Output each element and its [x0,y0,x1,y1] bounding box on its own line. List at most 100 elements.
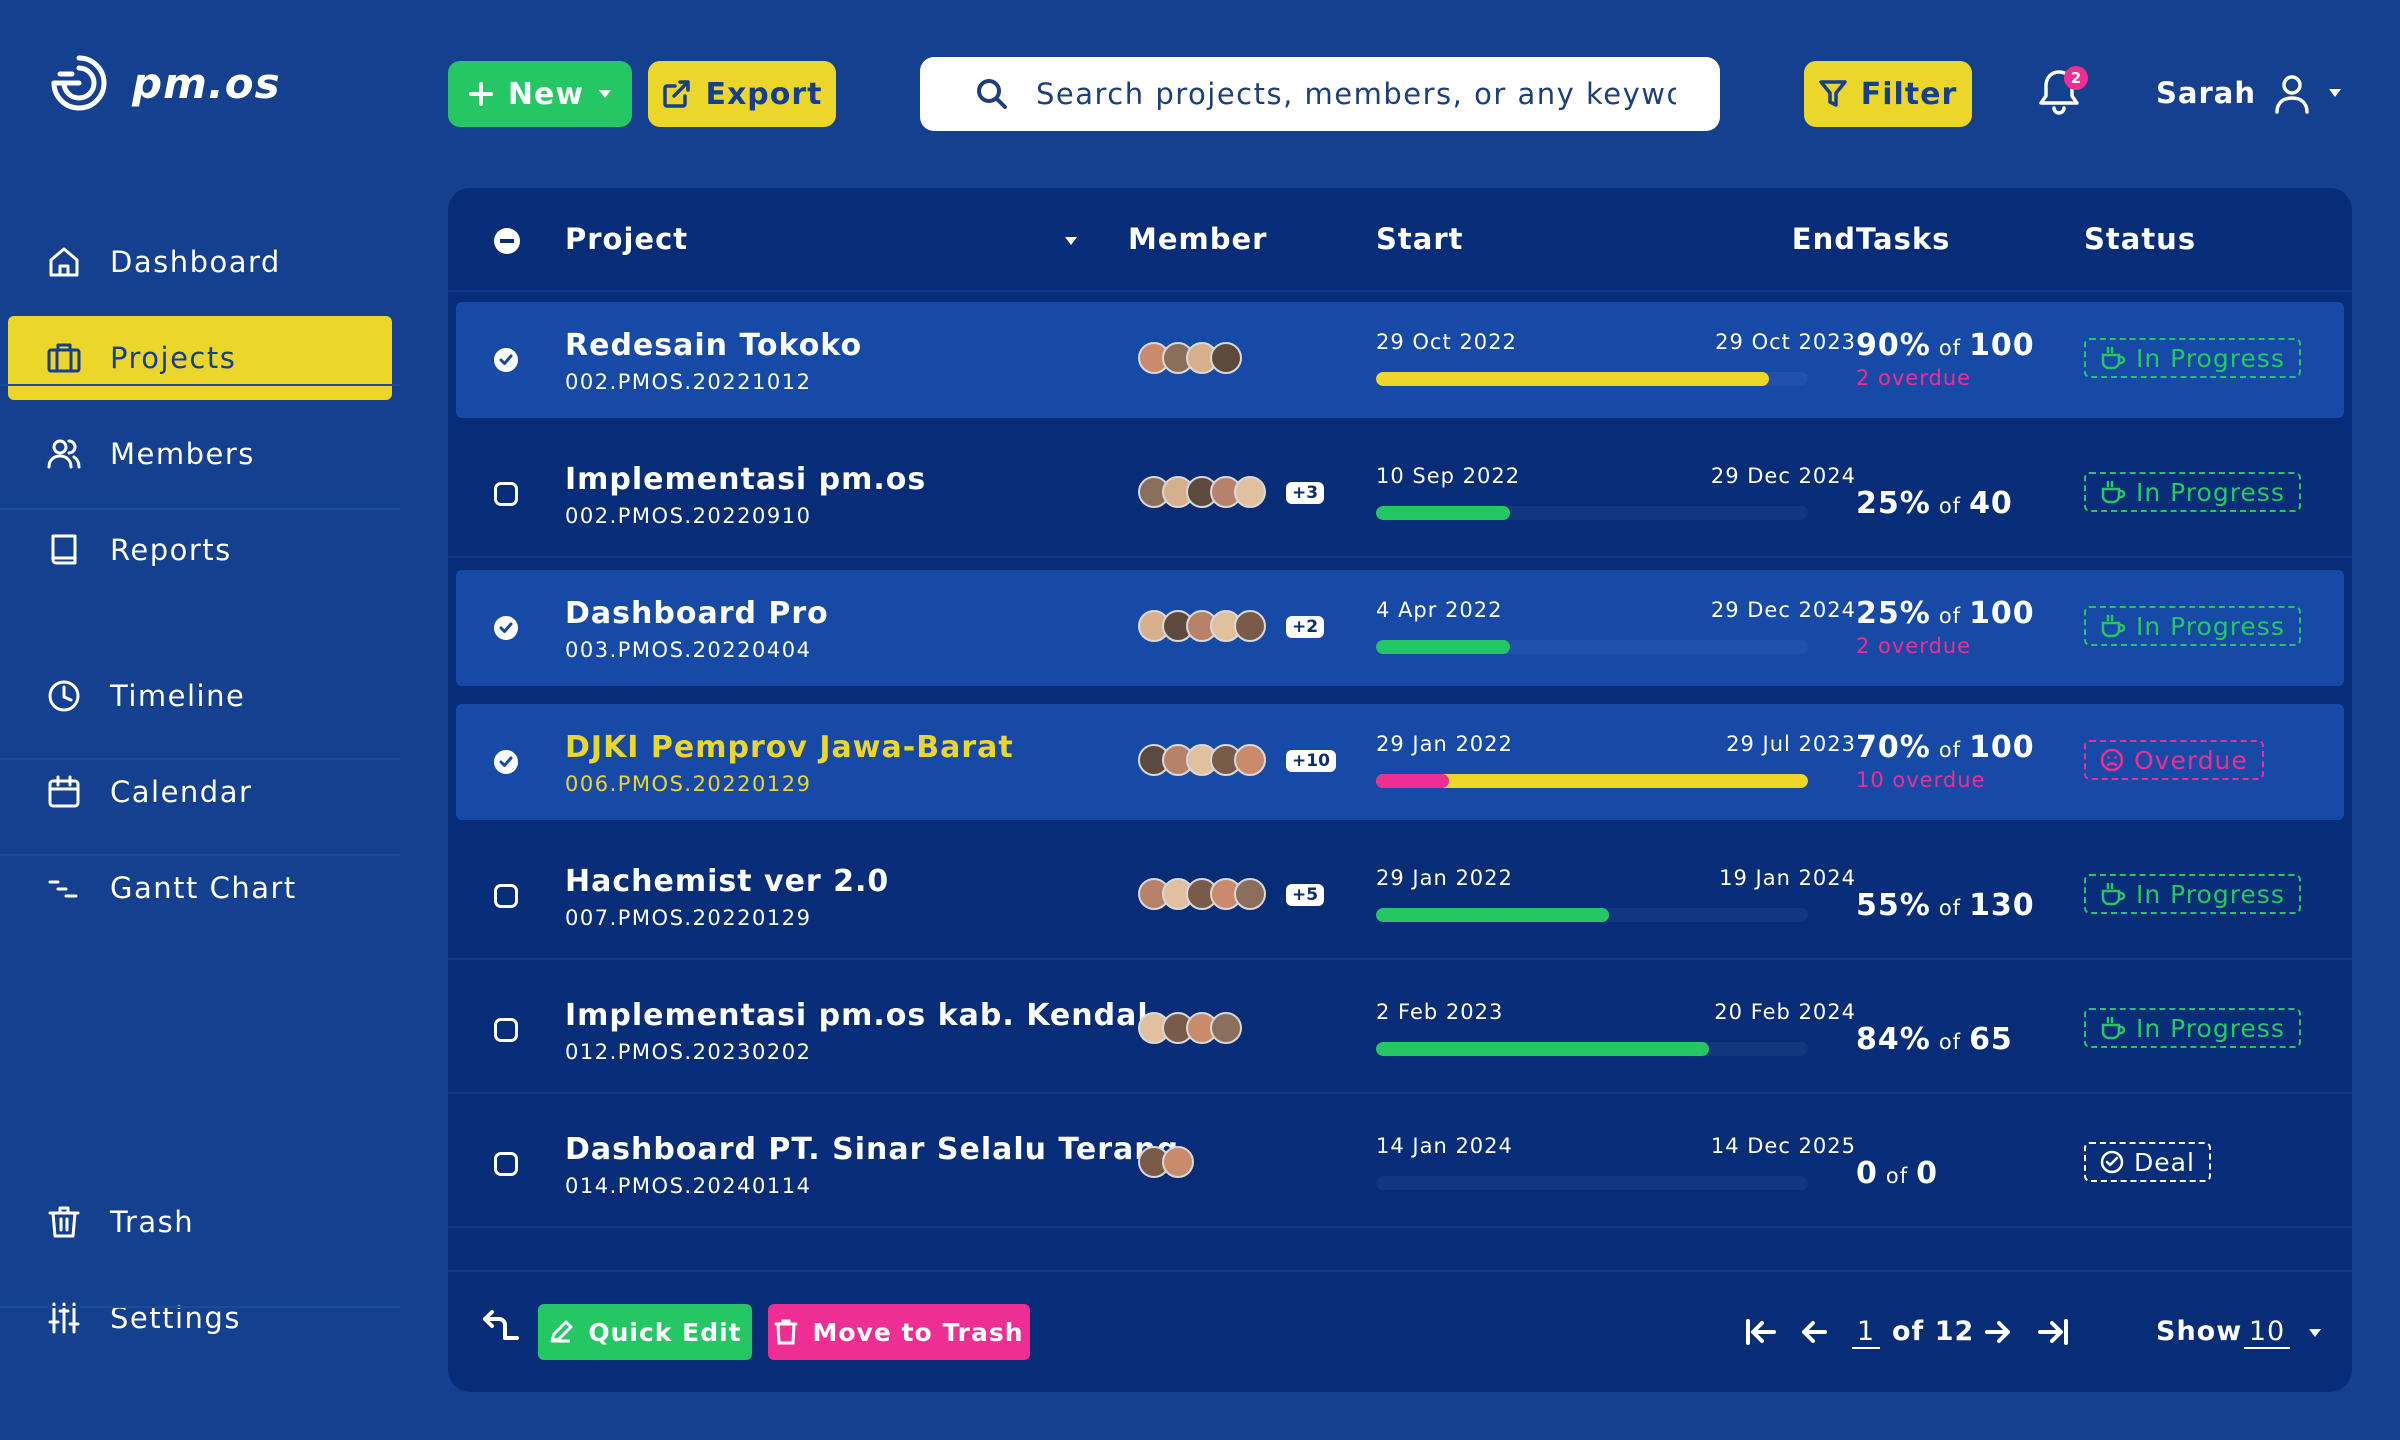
task-progress: 84% of 65 [1856,1022,2013,1057]
sidebar-item-projects[interactable]: Projects [8,316,392,400]
column-status[interactable]: Status [2084,222,2196,256]
notification-badge: 2 [2064,66,2088,90]
column-member[interactable]: Member [1128,222,1267,256]
project-name[interactable]: Implementasi pm.os kab. Kendal [565,998,1149,1033]
avatar[interactable] [1210,342,1242,374]
new-button[interactable]: New [448,61,632,127]
extra-members-badge[interactable]: +10 [1286,750,1336,772]
external-link-icon [663,80,691,108]
user-menu-caret-icon[interactable] [2328,88,2342,98]
project-name[interactable]: Hachemist ver 2.0 [565,864,889,899]
task-percent: 70% [1856,730,1931,765]
table-row[interactable]: DJKI Pemprov Jawa-Barat 006.PMOS.20220129… [456,704,2344,820]
sidebar-item-label: Trash [110,1205,195,1239]
sidebar-item-members[interactable]: Members [0,412,400,496]
coffee-cup-icon [2101,480,2126,504]
sidebar-item-settings[interactable]: Settings [0,1276,400,1360]
next-page-icon[interactable] [1984,1318,2012,1346]
table-row[interactable]: Hachemist ver 2.0 007.PMOS.20220129 +5 29 J… [456,838,2344,954]
avatar[interactable] [1234,878,1266,910]
quick-edit-label: Quick Edit [588,1317,742,1347]
status-badge[interactable]: In Progress [2084,338,2301,378]
sidebar-item-label: Reports [110,533,232,567]
sidebar-item-label: Projects [110,341,237,375]
table-row[interactable]: Redesain Tokoko 002.PMOS.20221012 29 Oct 2… [456,302,2344,418]
table-row[interactable]: Dashboard Pro 003.PMOS.20220404 +2 4 Apr 20… [456,570,2344,686]
avatar[interactable] [1234,476,1266,508]
column-end[interactable]: End [1752,222,1856,256]
sort-caret-icon[interactable] [1064,236,1078,246]
table-row[interactable]: Implementasi pm.os 002.PMOS.20220910 +3 10 … [456,436,2344,552]
search-input[interactable] [1036,77,1676,111]
last-page-icon[interactable] [2036,1318,2070,1346]
row-checkbox[interactable] [494,750,518,774]
extra-members-badge[interactable]: +3 [1286,482,1325,504]
avatar[interactable] [1234,610,1266,642]
notification-button[interactable]: 2 [2036,66,2088,122]
sidebar-item-reports[interactable]: Reports [0,508,400,592]
project-name[interactable]: Redesain Tokoko [565,328,862,363]
sidebar-item-gantt-chart[interactable]: Gantt Chart [0,846,400,930]
status-badge[interactable]: In Progress [2084,606,2301,646]
table-row[interactable]: Dashboard PT. Sinar Selalu Terang 014.PMO… [456,1106,2344,1222]
row-checkbox[interactable] [494,348,518,372]
row-checkbox[interactable] [494,1018,518,1042]
app-logo[interactable]: pm.os [48,52,281,114]
filter-button[interactable]: Filter [1804,61,1972,127]
status-badge[interactable]: Overdue [2084,740,2264,780]
extra-members-badge[interactable]: +2 [1286,616,1325,638]
column-tasks[interactable]: Tasks [1856,222,1950,256]
table-row[interactable]: Implementasi pm.os kab. Kendal 012.PMOS.2… [456,972,2344,1088]
extra-members-badge[interactable]: +5 [1286,884,1325,906]
status-label: In Progress [2136,343,2285,373]
project-name[interactable]: Dashboard PT. Sinar Selalu Terang [565,1132,1179,1167]
export-button[interactable]: Export [648,61,836,127]
avatar[interactable] [1210,1012,1242,1044]
project-name[interactable]: Implementasi pm.os [565,462,926,497]
sidebar-item-timeline[interactable]: Timeline [0,654,400,738]
progress-fill [1376,506,1510,520]
corner-up-left-icon[interactable] [482,1308,520,1342]
avatar[interactable] [1162,1146,1194,1178]
caret-down-icon [599,90,612,98]
logo-icon [51,55,107,111]
status-badge[interactable]: In Progress [2084,874,2301,914]
row-checkbox[interactable] [494,482,518,506]
project-name[interactable]: Dashboard Pro [565,596,829,631]
page-size-select[interactable]: 10 [2244,1316,2290,1349]
avatar[interactable] [1234,744,1266,776]
projects-table: Project Member Start End Tasks Status Re… [448,188,2352,1392]
select-all-checkbox[interactable] [494,228,520,254]
project-code: 002.PMOS.20220910 [565,504,812,528]
status-badge[interactable]: In Progress [2084,1008,2301,1048]
member-avatars [1138,476,1266,508]
search-bar[interactable] [920,57,1720,131]
plus-icon [468,82,493,106]
first-page-icon[interactable] [1744,1318,1778,1346]
coffee-cup-icon [2101,346,2126,370]
start-date: 2 Feb 2023 [1376,1000,1504,1024]
page-size-caret-icon[interactable] [2308,1328,2322,1338]
sidebar-item-trash[interactable]: Trash [0,1180,400,1264]
page-number[interactable]: 1 [1852,1316,1880,1349]
coffee-cup-icon [2101,882,2126,906]
user-icon[interactable] [2274,74,2310,114]
user-name[interactable]: Sarah [2156,76,2256,110]
status-badge[interactable]: Deal [2084,1142,2211,1182]
previous-page-icon[interactable] [1800,1318,1828,1346]
row-checkbox[interactable] [494,1152,518,1176]
sidebar-item-calendar[interactable]: Calendar [0,750,400,834]
row-checkbox[interactable] [494,616,518,640]
row-checkbox[interactable] [494,884,518,908]
project-name[interactable]: DJKI Pemprov Jawa-Barat [565,730,1014,765]
end-date: 19 Jan 2024 [1719,866,1856,890]
filter-icon [1818,80,1847,107]
column-start[interactable]: Start [1376,222,1463,256]
status-badge[interactable]: In Progress [2084,472,2301,512]
sidebar-item-dashboard[interactable]: Dashboard [0,220,400,304]
quick-edit-button[interactable]: Quick Edit [538,1304,752,1360]
move-to-trash-button[interactable]: Move to Trash [768,1304,1030,1360]
overdue-count: 2 overdue [1856,366,1972,390]
column-project[interactable]: Project [565,222,688,256]
coffee-cup-icon [2101,614,2126,638]
